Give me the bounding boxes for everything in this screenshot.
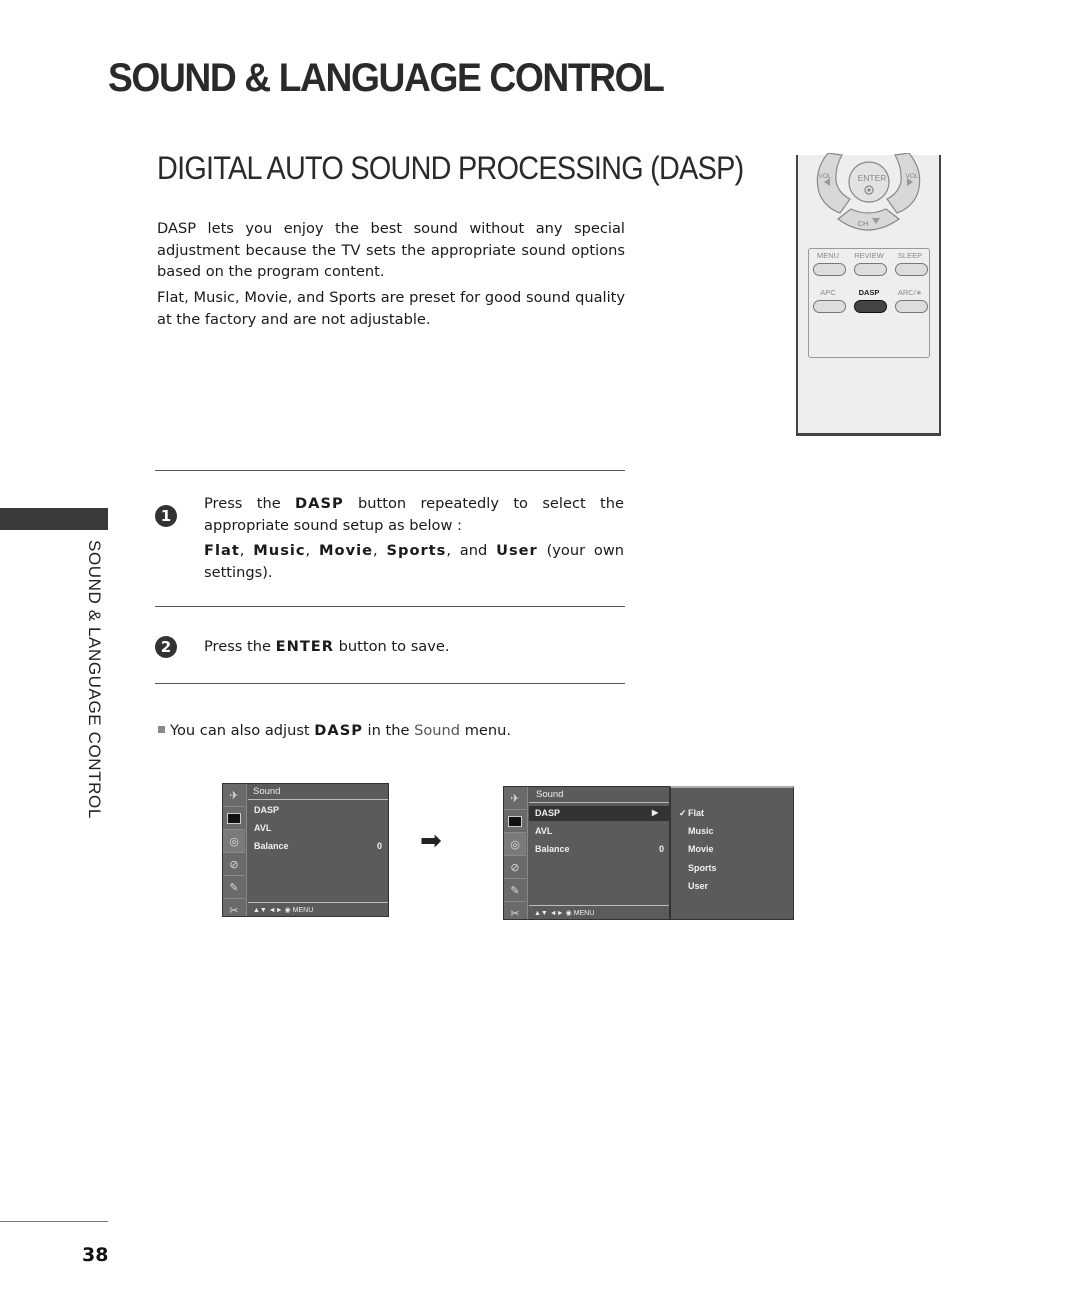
- note-pre: You can also adjust: [170, 722, 315, 739]
- picture-icon: [223, 807, 245, 830]
- footer-divider: [0, 1221, 108, 1222]
- submenu-item-sports[interactable]: Sports: [688, 863, 717, 873]
- divider: [155, 606, 625, 607]
- option-music: Music: [253, 542, 306, 559]
- submenu-item-music[interactable]: Music: [688, 826, 714, 836]
- vol-left-button: [816, 153, 851, 214]
- osd-item-dasp[interactable]: DASP: [535, 808, 560, 818]
- vol-right-label: VOL: [905, 173, 919, 180]
- osd-balance-value: 0: [377, 841, 383, 851]
- submenu-item-user[interactable]: User: [688, 881, 708, 891]
- dasp-button[interactable]: [854, 300, 887, 313]
- note-menu-name: Sound: [414, 722, 461, 739]
- step-1-keyword: DASP: [295, 495, 344, 512]
- step-1-text: Press the DASP button repeatedly to sele…: [204, 493, 624, 536]
- page-number: 38: [82, 1244, 109, 1266]
- step-2-keyword: ENTER: [275, 638, 334, 655]
- antenna-icon: ✈: [223, 784, 245, 807]
- submenu-item-flat[interactable]: Flat: [688, 808, 704, 818]
- step-2-post: button to save.: [334, 638, 450, 655]
- section-title: DIGITAL AUTO SOUND PROCESSING (DASP): [157, 150, 744, 186]
- osd-footer-hint: ▲▼ ◄► ◉ MENU: [534, 910, 595, 917]
- option-flat: Flat: [204, 542, 240, 559]
- divider: [155, 683, 625, 684]
- osd-divider: [529, 802, 669, 803]
- step-1-options: Flat, Music, Movie, Sports, and User (yo…: [204, 542, 625, 581]
- bullet-icon: [158, 726, 165, 733]
- step-1-badge: 1: [155, 505, 177, 527]
- osd-sound-menu-after: ✈ ◎ ⊘ ✎ ✂ Sound DASP ▶ AVL Balance 0 ▲▼ …: [503, 786, 670, 920]
- chapter-tab: [0, 508, 108, 530]
- time-icon: ⊘: [223, 853, 245, 876]
- option-movie: Movie: [319, 542, 373, 559]
- osd-icon-column: ✈ ◎ ⊘ ✎ ✂: [504, 787, 528, 920]
- antenna-icon: ✈: [504, 787, 526, 810]
- osd-item-avl[interactable]: AVL: [254, 823, 271, 833]
- divider: [155, 470, 625, 471]
- lock-icon: ✂: [229, 903, 239, 917]
- option-sports: Sports: [386, 542, 447, 559]
- arrow-right-icon: ➡: [420, 826, 442, 856]
- osd-icon-column: ✈ ◎ ⊘ ✎ ✂: [223, 784, 247, 917]
- note: You can also adjust DASP in the Sound me…: [158, 722, 511, 739]
- speaker-icon: ◎: [504, 833, 526, 856]
- osd-divider: [248, 799, 388, 800]
- dasp-submenu: ✓ Flat Music Movie Sports User: [670, 786, 794, 920]
- osd-item-balance[interactable]: Balance: [254, 841, 289, 851]
- step-2-pre: Press the: [204, 638, 276, 655]
- remote-control-illustration: ENTER VOL VOL CH MENU REVIEW SLEEP APC D…: [796, 153, 941, 436]
- note-mid: in the: [362, 722, 415, 739]
- time-icon: ⊘: [504, 856, 526, 879]
- review-button[interactable]: [854, 263, 887, 276]
- sleep-button[interactable]: [895, 263, 928, 276]
- speaker-icon: ◎: [223, 830, 245, 853]
- osd-divider: [529, 905, 669, 906]
- arc-label: ARC/∗: [897, 288, 923, 297]
- lock-icon: ✂: [510, 906, 520, 920]
- vol-right-button: [886, 153, 921, 214]
- osd-title: Sound: [536, 789, 564, 800]
- vol-left-label: VOL: [818, 173, 832, 180]
- chapter-label: SOUND & LANGUAGE CONTROL: [85, 540, 104, 819]
- picture-icon: [504, 810, 526, 833]
- osd-item-balance[interactable]: Balance: [535, 844, 570, 854]
- osd-sound-menu-before: ✈ ◎ ⊘ ✎ ✂ Sound DASP AVL Balance 0 ▲▼ ◄►…: [222, 783, 389, 917]
- osd-item-avl[interactable]: AVL: [535, 826, 552, 836]
- arc-button[interactable]: [895, 300, 928, 313]
- enter-label: ENTER: [857, 173, 887, 183]
- page-title: SOUND & LANGUAGE CONTROL: [108, 56, 665, 100]
- submenu-item-movie[interactable]: Movie: [688, 844, 714, 854]
- intro-paragraph-1: DASP lets you enjoy the best sound witho…: [157, 220, 625, 280]
- ch-label: CH: [857, 219, 869, 228]
- menu-button[interactable]: [813, 263, 846, 276]
- osd-divider: [248, 902, 388, 903]
- note-post: menu.: [460, 722, 512, 739]
- sleep-label: SLEEP: [897, 251, 923, 260]
- remote-button-panel: MENU REVIEW SLEEP APC DASP ARC/∗: [808, 248, 930, 358]
- intro-paragraph-2: Flat, Music, Movie, and Sports are prese…: [157, 289, 625, 328]
- option-user: User: [496, 542, 538, 559]
- step-1-pre: Press the: [204, 495, 296, 512]
- option-icon: ✎: [504, 879, 526, 902]
- apc-button[interactable]: [813, 300, 846, 313]
- osd-title: Sound: [253, 786, 281, 797]
- note-keyword: DASP: [314, 722, 363, 739]
- osd-item-dasp[interactable]: DASP: [254, 805, 279, 815]
- submenu-arrow-icon: ▶: [652, 808, 659, 817]
- step-2-badge: 2: [155, 636, 177, 658]
- osd-balance-value: 0: [659, 844, 665, 854]
- step-2-text: Press the ENTER button to save.: [204, 636, 624, 658]
- osd-footer-hint: ▲▼ ◄► ◉ MENU: [253, 907, 314, 914]
- apc-label: APC: [820, 288, 836, 297]
- option-icon: ✎: [223, 876, 245, 899]
- check-icon: ✓: [679, 808, 687, 818]
- dasp-label: DASP: [858, 288, 880, 297]
- review-label: REVIEW: [854, 251, 884, 260]
- menu-label: MENU: [816, 251, 840, 260]
